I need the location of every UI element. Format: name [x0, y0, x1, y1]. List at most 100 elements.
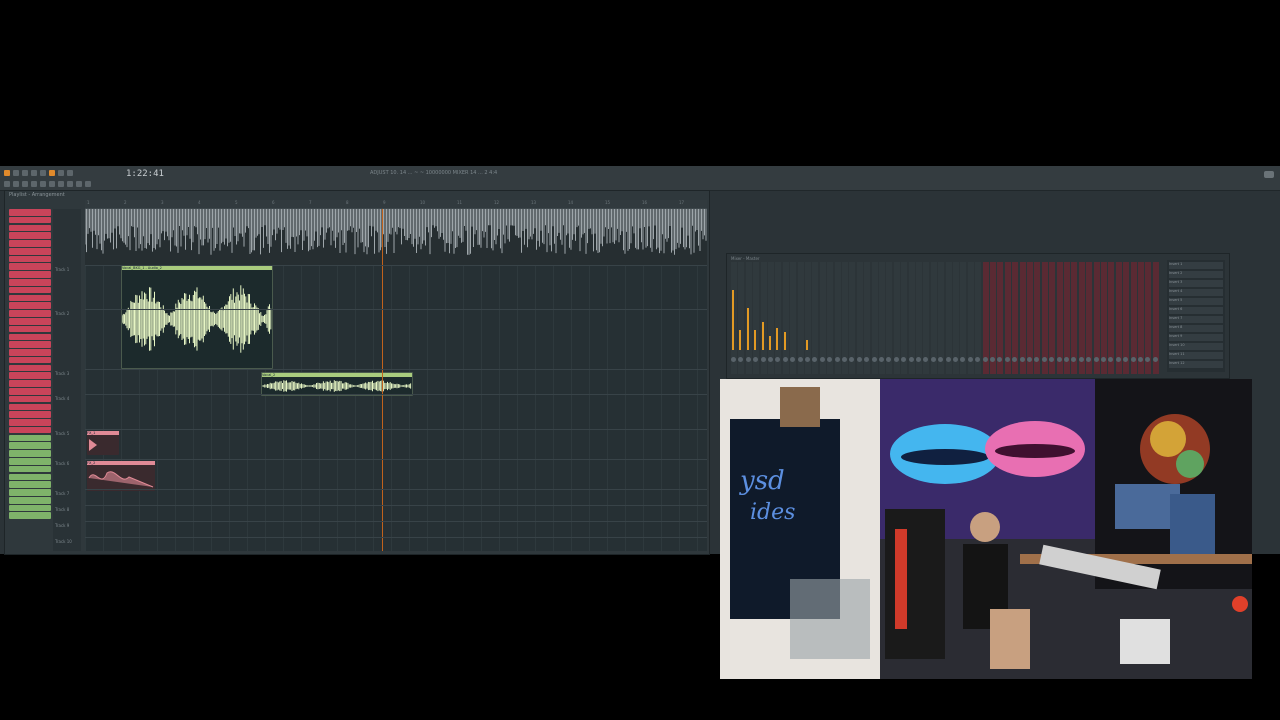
pan-knob[interactable]	[1041, 357, 1047, 362]
pan-knob[interactable]	[768, 357, 773, 362]
pan-knob[interactable]	[953, 357, 958, 362]
pattern-item[interactable]	[9, 310, 51, 317]
record-icon[interactable]	[49, 170, 55, 176]
pan-knob[interactable]	[886, 357, 892, 362]
insert-slot[interactable]: Insert 3	[1169, 280, 1223, 287]
mixer-channel[interactable]	[775, 262, 782, 374]
pattern-item[interactable]	[9, 387, 51, 395]
pattern-item[interactable]	[9, 512, 51, 520]
pan-knob[interactable]	[864, 357, 870, 362]
pan-knob[interactable]	[775, 357, 781, 362]
pan-knob[interactable]	[1145, 357, 1151, 362]
insert-slot[interactable]: Insert 12	[1169, 361, 1223, 368]
pan-knob[interactable]	[871, 357, 877, 362]
vocal-clip-2[interactable]: Vocal_2	[261, 372, 413, 396]
mixer-channel[interactable]	[1101, 262, 1107, 374]
pan-knob[interactable]	[1115, 357, 1121, 362]
menu-file[interactable]	[13, 170, 19, 176]
pattern-item[interactable]	[9, 349, 51, 356]
pan-knob[interactable]	[901, 357, 907, 362]
pan-knob[interactable]	[975, 357, 981, 362]
pattern-item[interactable]	[9, 255, 51, 263]
playback-icon[interactable]	[67, 181, 73, 187]
pattern-item[interactable]	[9, 224, 51, 232]
mixer-channel[interactable]	[1115, 262, 1122, 374]
pan-knob[interactable]	[738, 357, 744, 362]
track-label[interactable]: Track 6	[55, 461, 69, 466]
timeline-ruler[interactable]: 1 2 3 4 5 6 7 8 9 10 11 12 13 14 15 16 17	[85, 200, 707, 209]
mixer-channel[interactable]	[960, 262, 967, 374]
mixer-channel[interactable]	[901, 262, 908, 374]
menu-edit[interactable]	[22, 170, 28, 176]
insert-slot[interactable]: Insert 1	[1169, 262, 1223, 269]
mixer-channel[interactable]	[782, 262, 789, 374]
slice-icon[interactable]	[40, 181, 46, 187]
mixer-channel[interactable]	[1056, 262, 1063, 374]
mixer-channel[interactable]	[864, 262, 871, 374]
mixer-channel[interactable]	[879, 262, 885, 374]
mixer-channel[interactable]	[745, 262, 752, 374]
insert-slot[interactable]: Insert 4	[1169, 289, 1223, 296]
pattern-item[interactable]	[9, 473, 51, 481]
pan-knob[interactable]	[938, 357, 944, 362]
pattern-item[interactable]	[9, 317, 51, 325]
mixer-channel[interactable]	[1123, 262, 1130, 374]
mixer-channel[interactable]	[1064, 262, 1070, 374]
pattern-item[interactable]	[9, 232, 51, 239]
mixer-channel[interactable]	[797, 262, 804, 374]
mixer-channel[interactable]	[738, 262, 745, 374]
pan-knob[interactable]	[967, 357, 973, 362]
mixer-channel[interactable]	[923, 262, 930, 374]
mixer-channel[interactable]	[982, 262, 989, 374]
mixer-channel[interactable]	[1093, 262, 1100, 374]
magnet-icon[interactable]	[85, 181, 91, 187]
pan-knob[interactable]	[753, 357, 759, 362]
pattern-item[interactable]	[9, 504, 51, 512]
pan-knob[interactable]	[1027, 357, 1032, 362]
mixer-channel[interactable]	[856, 262, 863, 374]
pan-knob[interactable]	[819, 357, 825, 362]
pattern-item[interactable]	[9, 302, 51, 309]
mixer-channel[interactable]	[1027, 262, 1033, 374]
pan-knob[interactable]	[1078, 357, 1084, 362]
insert-slot[interactable]: Insert 5	[1169, 298, 1223, 305]
pan-knob[interactable]	[745, 357, 751, 362]
pan-knob[interactable]	[834, 357, 840, 362]
mixer-channel[interactable]	[1071, 262, 1078, 374]
mixer-channel[interactable]	[908, 262, 915, 374]
pan-knob[interactable]	[827, 357, 833, 362]
pan-knob[interactable]	[1086, 357, 1092, 362]
pattern-item[interactable]	[9, 325, 51, 333]
mute-icon[interactable]	[31, 181, 37, 187]
fx-clip-1[interactable]: FX_1	[87, 431, 119, 455]
pattern-item[interactable]	[9, 341, 51, 348]
pattern-item[interactable]	[9, 403, 51, 411]
insert-slot[interactable]: Insert 7	[1169, 316, 1223, 323]
pan-knob[interactable]	[997, 357, 1003, 362]
pattern-item[interactable]	[9, 240, 51, 247]
mixer-channel[interactable]	[930, 262, 937, 374]
insert-slot[interactable]: Insert 2	[1169, 271, 1223, 278]
insert-slot[interactable]: Insert 10	[1169, 343, 1223, 350]
track-label[interactable]: Track 1	[55, 267, 69, 272]
pan-knob[interactable]	[1123, 357, 1129, 362]
mixer-channel[interactable]	[975, 262, 982, 374]
pattern-item[interactable]	[9, 458, 51, 465]
pan-knob[interactable]	[1152, 357, 1158, 362]
mixer-channel[interactable]	[842, 262, 848, 374]
pan-knob[interactable]	[760, 357, 766, 362]
pan-knob[interactable]	[1019, 357, 1025, 362]
track-label[interactable]: Track 9	[55, 523, 69, 528]
pattern-item[interactable]	[9, 442, 51, 450]
pattern-item[interactable]	[9, 286, 51, 294]
mixer-channel[interactable]	[1108, 262, 1115, 374]
pan-knob[interactable]	[1056, 357, 1062, 362]
mixer-channel[interactable]	[1086, 262, 1093, 374]
mixer-channel[interactable]	[819, 262, 826, 374]
pan-knob[interactable]	[856, 357, 862, 362]
pan-knob[interactable]	[1049, 357, 1055, 362]
pan-knob[interactable]	[1093, 357, 1099, 362]
mixer-channel[interactable]	[945, 262, 952, 374]
mixer-channel[interactable]	[1041, 262, 1048, 374]
pattern-item[interactable]	[9, 271, 51, 278]
